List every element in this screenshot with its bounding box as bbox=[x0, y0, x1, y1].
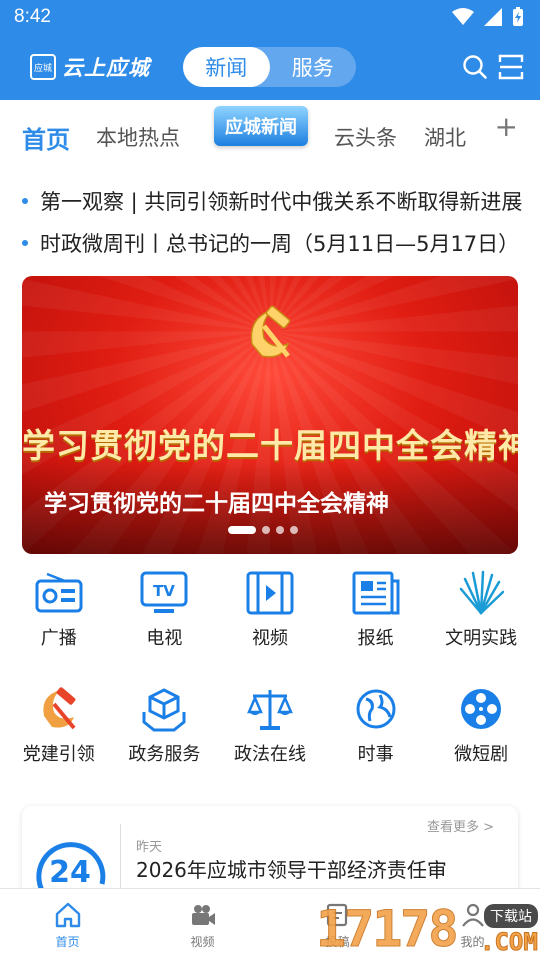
grid-item-video[interactable]: 视频 bbox=[217, 566, 323, 682]
app-logo: 应城 云上应城 bbox=[30, 52, 150, 82]
tab-hubei[interactable]: 湖北 bbox=[424, 122, 466, 152]
status-bar: 8:42 bbox=[0, 0, 540, 36]
headline-text: 第一观察 | 共同引领新时代中俄关系不断取得新进展 bbox=[40, 190, 523, 214]
grid-item-label: 电视 bbox=[146, 628, 183, 649]
segment-news[interactable]: 新闻 bbox=[183, 47, 270, 87]
headline-text: 时政微周刊丨总书记的一周（5月11日—5月17日） bbox=[40, 232, 520, 256]
clock-text: 24 bbox=[49, 855, 91, 890]
party-emblem-icon bbox=[250, 305, 291, 358]
card-divider bbox=[120, 824, 121, 894]
service-row: 广播 TV 电视 视频 报纸 文明实践 bbox=[6, 566, 534, 682]
channel-tabs: 首页 本地热点 应城新闻 云头条 湖北 + bbox=[0, 100, 540, 170]
top-bar: 8:42 应城 云上应城 新闻 服务 bbox=[0, 0, 540, 100]
scales-icon bbox=[247, 690, 293, 730]
newspaper-icon bbox=[352, 571, 400, 615]
nav-home[interactable]: 首页 bbox=[0, 889, 135, 960]
carousel-indicator bbox=[228, 526, 298, 534]
watermark-tag: 下载站 bbox=[484, 904, 538, 928]
scan-icon[interactable] bbox=[498, 54, 524, 80]
grid-item-short-drama[interactable]: 微短剧 bbox=[428, 682, 534, 798]
grid-item-label: 政务服务 bbox=[128, 744, 201, 765]
watermark-domain: .COM bbox=[480, 928, 539, 957]
grid-item-radio[interactable]: 广播 bbox=[6, 566, 112, 682]
nav-label: 首页 bbox=[55, 935, 80, 949]
headline-item[interactable]: 第一观察 | 共同引领新时代中俄关系不断取得新进展 bbox=[0, 180, 540, 222]
grid-item-label: 视频 bbox=[251, 628, 288, 649]
card-time: 昨天 bbox=[136, 840, 163, 855]
globe-icon bbox=[356, 689, 396, 729]
signal-icon bbox=[484, 8, 502, 26]
carousel-dot[interactable] bbox=[290, 526, 298, 534]
film-reel-icon bbox=[461, 689, 502, 729]
news-service-toggle: 新闻 服务 bbox=[183, 47, 356, 87]
watermark-logo: 17178 下载站 .COM bbox=[316, 900, 540, 960]
radio-icon bbox=[35, 572, 83, 613]
logo-badge: 应城 bbox=[30, 54, 56, 80]
nav-video[interactable]: 视频 bbox=[135, 889, 270, 960]
tab-cloud-headlines[interactable]: 云头条 bbox=[334, 122, 397, 152]
grid-item-civilization[interactable]: 文明实践 bbox=[428, 566, 534, 682]
fan-icon bbox=[459, 570, 505, 615]
grid-item-label: 时事 bbox=[357, 744, 394, 765]
grid-item-newspaper[interactable]: 报纸 bbox=[323, 566, 429, 682]
headline-item[interactable]: 时政微周刊丨总书记的一周（5月11日—5月17日） bbox=[0, 222, 540, 264]
search-icon[interactable] bbox=[462, 54, 488, 80]
home-icon bbox=[55, 902, 80, 928]
banner-headline: 学习贯彻党的二十届四中全会精神 bbox=[22, 426, 518, 465]
grid-item-label: 微短剧 bbox=[454, 744, 509, 765]
grid-item-law[interactable]: 政法在线 bbox=[217, 682, 323, 798]
wifi-icon bbox=[452, 8, 474, 25]
film-icon bbox=[246, 571, 294, 615]
nav-label: 视频 bbox=[190, 935, 215, 949]
svg-text:TV: TV bbox=[153, 582, 175, 600]
grid-item-label: 政法在线 bbox=[233, 744, 306, 765]
grid-item-current-affairs[interactable]: 时事 bbox=[323, 682, 429, 798]
service-grid: 广播 TV 电视 视频 报纸 文明实践 党建引领 政务服务 政法在线 时事 微短… bbox=[6, 566, 534, 798]
app-bar: 应城 云上应城 新闻 服务 bbox=[0, 40, 540, 96]
grid-item-label: 报纸 bbox=[357, 628, 394, 649]
video-camera-icon bbox=[191, 905, 215, 925]
banner-caption: 学习贯彻党的二十届四中全会精神 bbox=[44, 491, 389, 517]
bullet-icon bbox=[22, 198, 28, 204]
tab-home[interactable]: 首页 bbox=[22, 120, 70, 155]
grid-item-tv[interactable]: TV 电视 bbox=[112, 566, 218, 682]
headline-ticker: 第一观察 | 共同引领新时代中俄关系不断取得新进展 时政微周刊丨总书记的一周（5… bbox=[0, 180, 540, 264]
status-time: 8:42 bbox=[14, 6, 51, 27]
service-row: 党建引领 政务服务 政法在线 时事 微短剧 bbox=[6, 682, 534, 798]
carousel-dot[interactable] bbox=[262, 526, 270, 534]
cube-hands-icon bbox=[142, 688, 186, 732]
tv-icon: TV bbox=[140, 571, 188, 613]
see-more-link[interactable]: 查看更多 > bbox=[427, 816, 494, 835]
bullet-icon bbox=[22, 240, 28, 246]
add-channel-button[interactable]: + bbox=[495, 110, 518, 143]
grid-item-label: 广播 bbox=[40, 628, 77, 649]
carousel-dot[interactable] bbox=[276, 526, 284, 534]
grid-item-label: 党建引领 bbox=[22, 744, 95, 765]
grid-item-party-building[interactable]: 党建引领 bbox=[6, 682, 112, 798]
party-emblem-icon bbox=[43, 687, 76, 730]
battery-icon bbox=[513, 7, 523, 26]
segment-service[interactable]: 服务 bbox=[270, 47, 357, 87]
carousel-dot-active[interactable] bbox=[228, 526, 256, 534]
tab-yingcheng-news[interactable]: 应城新闻 bbox=[214, 106, 308, 146]
status-icons bbox=[452, 7, 524, 27]
app-name: 云上应城 bbox=[62, 56, 150, 80]
banner-carousel[interactable]: 学习贯彻党的二十届四中全会精神 学习贯彻党的二十届四中全会精神 bbox=[22, 276, 518, 554]
grid-item-government-service[interactable]: 政务服务 bbox=[112, 682, 218, 798]
watermark-number: 17178 bbox=[316, 900, 460, 959]
grid-item-label: 文明实践 bbox=[445, 628, 518, 649]
tab-local-hot[interactable]: 本地热点 bbox=[96, 122, 180, 152]
card-title: 2026年应城市领导干部经济责任审 bbox=[136, 858, 447, 882]
